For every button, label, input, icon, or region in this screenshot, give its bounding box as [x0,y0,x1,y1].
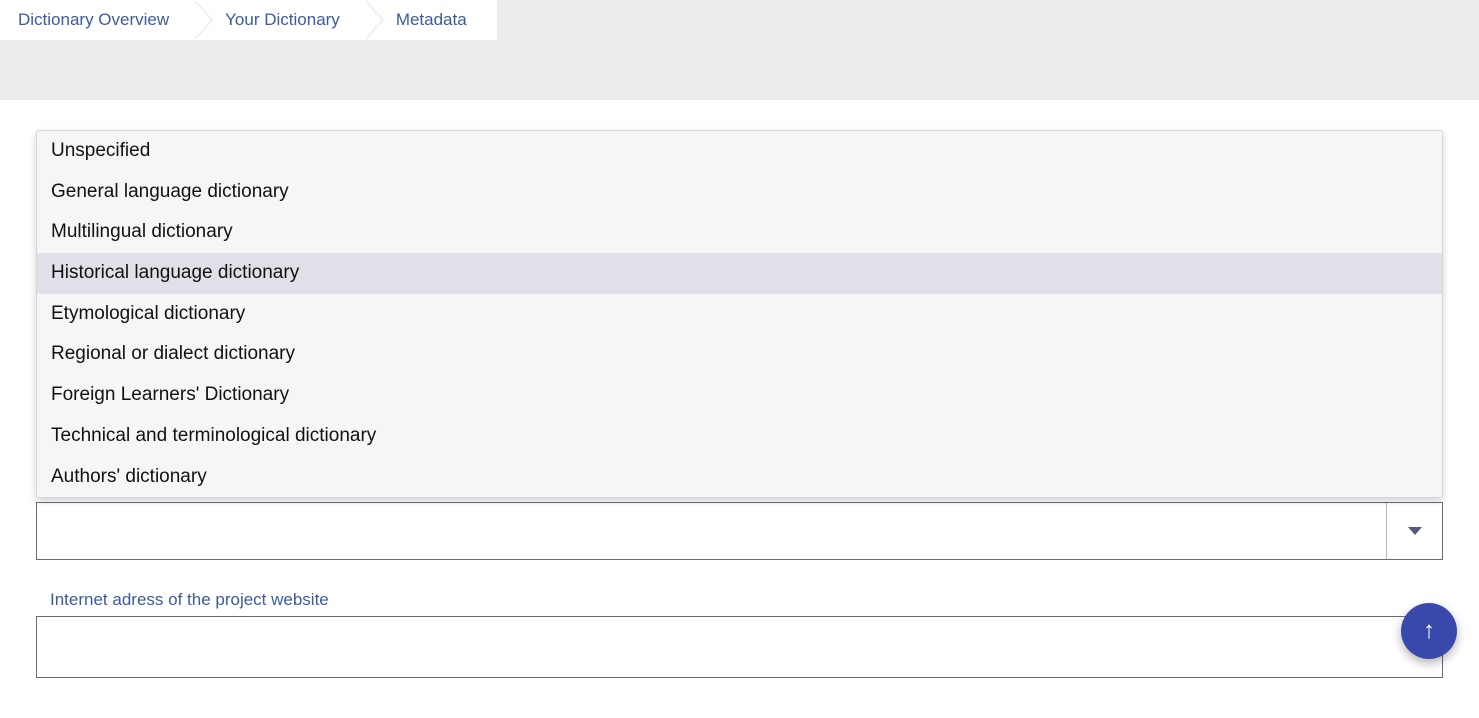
arrow-up-icon: ↑ [1423,617,1435,645]
dictionary-type-option[interactable]: Regional or dialect dictionary [37,334,1442,375]
website-input[interactable] [36,616,1443,678]
top-bar: Dictionary Overview Your Dictionary Meta… [0,0,1479,100]
breadcrumb-item-overview[interactable]: Dictionary Overview [0,0,193,40]
dictionary-type-dropdown-list: UnspecifiedGeneral language dictionaryMu… [36,130,1443,498]
dictionary-type-option[interactable]: Technical and terminological dictionary [37,416,1442,457]
breadcrumb-item-your-dictionary[interactable]: Your Dictionary [193,0,364,40]
dictionary-type-option[interactable]: General language dictionary [37,172,1442,213]
breadcrumb-label: Dictionary Overview [18,10,169,30]
dictionary-type-option[interactable]: Foreign Learners' Dictionary [37,375,1442,416]
dictionary-type-selected-value [37,503,1386,559]
dictionary-type-select[interactable] [36,502,1443,560]
caret-down-icon [1408,527,1422,535]
breadcrumb-label: Your Dictionary [225,10,340,30]
dictionary-type-option[interactable]: Unspecified [37,131,1442,172]
dictionary-type-option[interactable]: Multilingual dictionary [37,212,1442,253]
website-field-label: Internet adress of the project website [50,590,1443,610]
content-area: UnspecifiedGeneral language dictionaryMu… [0,100,1479,718]
breadcrumb-label: Metadata [396,10,467,30]
dictionary-type-option[interactable]: Historical language dictionary [37,253,1442,294]
dictionary-type-select-toggle[interactable] [1386,503,1442,559]
dictionary-type-option[interactable]: Authors' dictionary [37,457,1442,498]
scroll-to-top-button[interactable]: ↑ [1401,603,1457,659]
dictionary-type-option[interactable]: Etymological dictionary [37,294,1442,335]
breadcrumb: Dictionary Overview Your Dictionary Meta… [0,0,497,40]
